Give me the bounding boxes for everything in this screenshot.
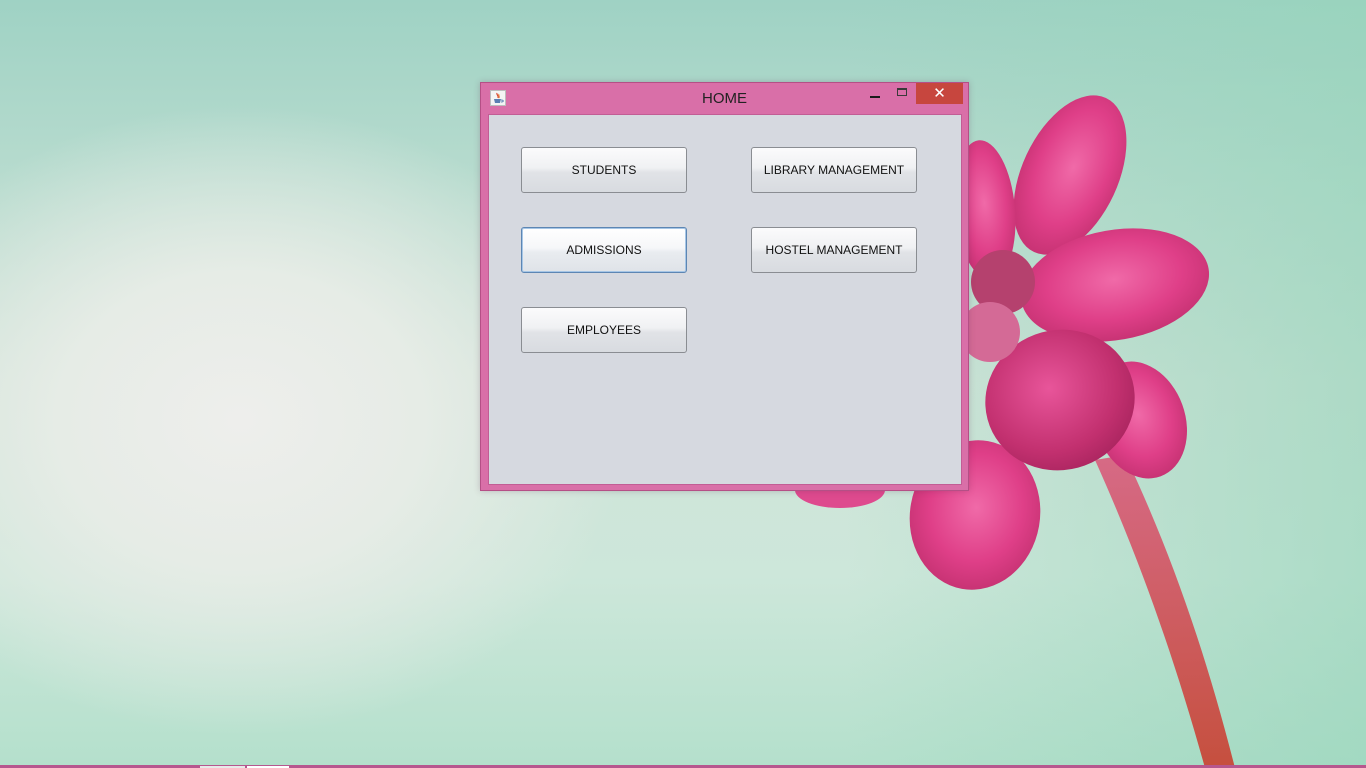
home-window: HOME ✕ STUDENTS LIBRARY MANAGEMENT ADMIS… bbox=[480, 82, 969, 491]
hostel-management-button[interactable]: HOSTEL MANAGEMENT bbox=[751, 227, 917, 273]
admissions-button[interactable]: ADMISSIONS bbox=[521, 227, 687, 273]
minimize-button[interactable] bbox=[861, 83, 889, 104]
employees-button[interactable]: EMPLOYEES bbox=[521, 307, 687, 353]
maximize-icon bbox=[897, 88, 907, 96]
content-panel: STUDENTS LIBRARY MANAGEMENT ADMISSIONS H… bbox=[488, 114, 962, 485]
maximize-button[interactable] bbox=[889, 83, 916, 104]
minimize-icon bbox=[870, 96, 880, 98]
library-management-button[interactable]: LIBRARY MANAGEMENT bbox=[751, 147, 917, 193]
close-icon: ✕ bbox=[933, 84, 946, 102]
title-bar[interactable]: HOME ✕ bbox=[481, 83, 968, 114]
students-button[interactable]: STUDENTS bbox=[521, 147, 687, 193]
close-button[interactable]: ✕ bbox=[916, 83, 963, 104]
